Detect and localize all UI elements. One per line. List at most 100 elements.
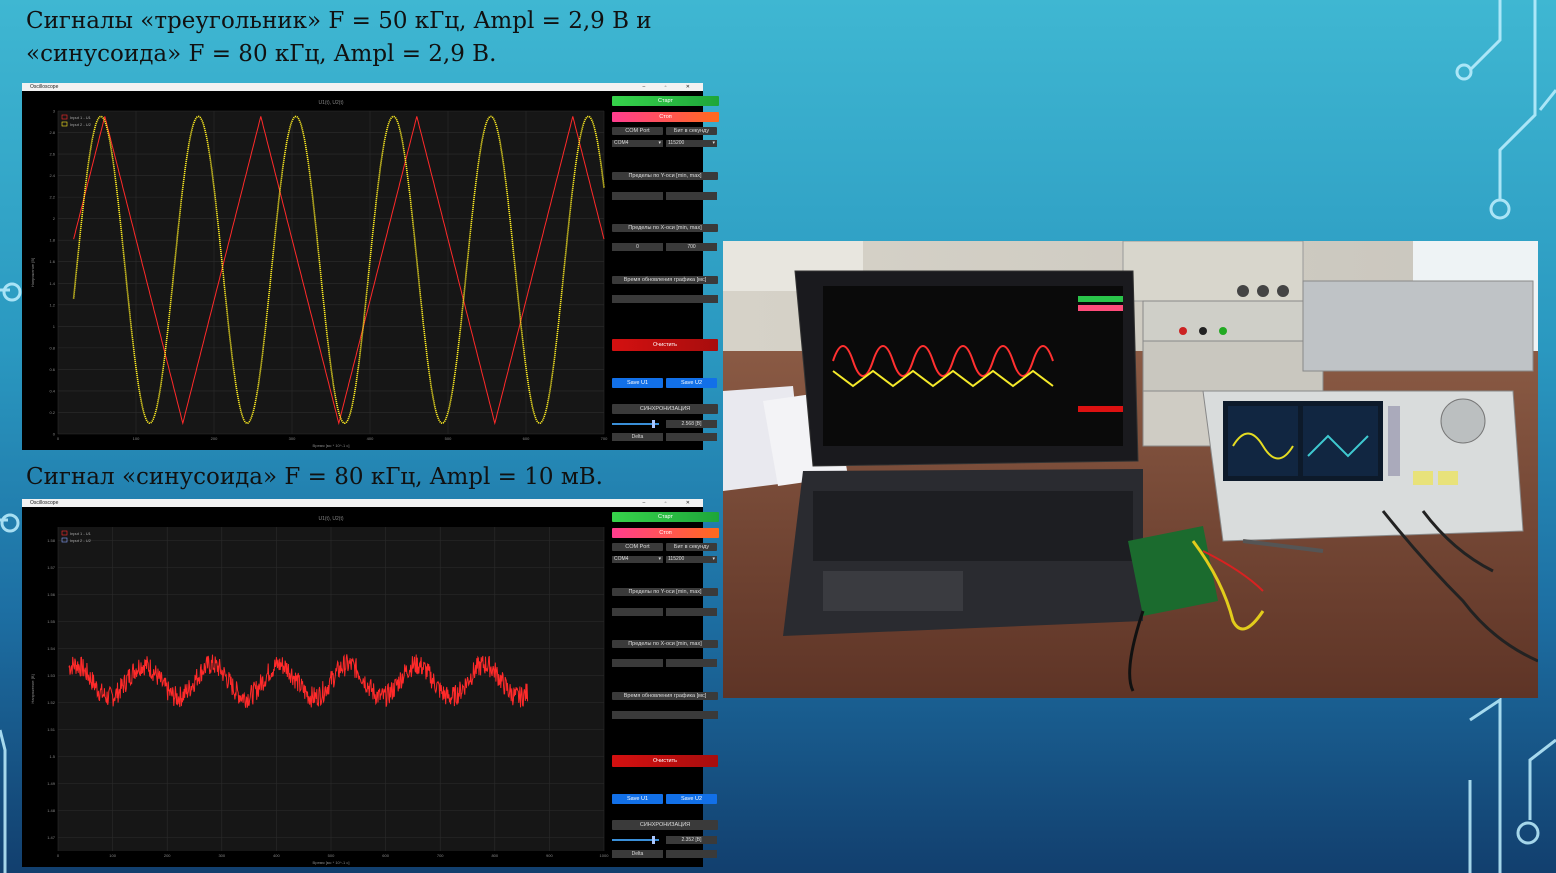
y-tick-label: 1	[53, 324, 56, 329]
y-tick-label: 1.6	[49, 259, 55, 264]
stop-button[interactable]: Стоп	[612, 112, 719, 122]
y-min-input[interactable]	[612, 192, 663, 200]
sync-value: 2.352 [В]	[666, 836, 717, 844]
x-limits-label: Пределы по X-оси [min, max]	[612, 224, 718, 232]
save-u2-button[interactable]: Save U2	[666, 794, 717, 804]
y-max-input[interactable]	[666, 192, 717, 200]
y-limits-label: Пределы по Y-оси [min, max]	[612, 588, 718, 596]
y-limits-label: Пределы по Y-оси [min, max]	[612, 172, 718, 180]
stop-button[interactable]: Стоп	[612, 528, 719, 538]
save-u2-button[interactable]: Save U2	[666, 378, 717, 388]
baud-label: Бит в секунду	[666, 543, 717, 551]
x-tick-label: 700	[601, 436, 608, 441]
y-tick-label: 1.4	[49, 281, 55, 286]
sync-slider[interactable]	[612, 420, 659, 428]
x-tick-label: 100	[133, 436, 140, 441]
y-tick-label: 1.47	[47, 835, 56, 840]
x-tick-label: 500	[445, 436, 452, 441]
sync-button[interactable]: СИНХРОНИЗАЦИЯ	[612, 404, 718, 414]
y-tick-label: 1.8	[49, 238, 55, 243]
y-min-input[interactable]	[612, 608, 663, 616]
y-tick-label: 1.48	[47, 808, 56, 813]
control-panel: Старт Стоп COM Port Бит в секунду COM4 1…	[609, 91, 719, 450]
window-controls[interactable]: – ▫ ✕	[642, 83, 699, 91]
plot-area[interactable]: 3 2.8 2.6 2.4 2.2 2 1.8 1.6 1.4 1.2 1 0.8 0.6 0.4 0.2 0…	[22, 91, 609, 450]
x-min-input[interactable]	[612, 659, 663, 667]
save-u1-button[interactable]: Save U1	[612, 794, 663, 804]
caption-top-line2: «синусоида» F = 80 кГц, Ampl = 2,9 В.	[26, 41, 497, 67]
x-axis-label: Время [мс * 10^-1 c]	[313, 860, 350, 865]
y-axis-label: Напряжение [В]	[30, 258, 35, 287]
y-tick-label: 1.54	[47, 646, 56, 651]
refresh-input[interactable]	[612, 295, 718, 303]
start-button[interactable]: Старт	[612, 512, 719, 522]
com-port-label: COM Port	[612, 127, 663, 135]
y-tick-label: 1.51	[47, 727, 56, 732]
y-axis-label: Напряжение [В]	[30, 674, 35, 703]
y-tick-label: 0.2	[49, 410, 55, 415]
y-tick-label: 1.55	[47, 619, 56, 624]
legend-label: Input 2 - U2	[70, 122, 92, 127]
com-port-select[interactable]: COM4	[612, 556, 663, 563]
sync-value: 2.568 [В]	[666, 420, 717, 428]
control-panel: Старт Стоп COM Port Бит в секунду COM4 1…	[609, 507, 719, 867]
lab-photo-illustration	[723, 241, 1538, 698]
legend-label: Input 1 - U1	[70, 115, 92, 120]
window-titlebar: Oscilloscope – ▫ ✕	[22, 499, 703, 507]
x-tick-label: 1000	[600, 853, 609, 858]
baud-select[interactable]: 115200	[666, 556, 717, 563]
x-max-input[interactable]: 700	[666, 243, 717, 251]
y-tick-label: 1.57	[47, 565, 56, 570]
baud-select[interactable]: 115200	[666, 140, 717, 147]
x-tick-label: 600	[523, 436, 530, 441]
x-max-input[interactable]	[666, 659, 717, 667]
x-limits-label: Пределы по X-оси [min, max]	[612, 640, 718, 648]
oscilloscope-window-top: Oscilloscope – ▫ ✕ 3 2.8 2.6 2.4 2.2 2 1.8 1.6 1…	[22, 83, 719, 450]
chart-title: U1(t), U2(t)	[319, 100, 344, 106]
y-tick-label: 2.8	[49, 130, 55, 135]
plot-area[interactable]: 1.58 1.57 1.56 1.55 1.54 1.53 1.52 1.51 1.5 1.49 1…	[22, 507, 609, 867]
y-tick-label: 3	[53, 109, 56, 114]
baud-label: Бит в секунду	[666, 127, 717, 135]
x-tick-label: 400	[367, 436, 374, 441]
y-tick-label: 0.8	[49, 345, 55, 350]
x-tick-label: 0	[57, 436, 60, 441]
refresh-input[interactable]	[612, 711, 718, 719]
y-tick-label: 2	[53, 216, 56, 221]
delta-button[interactable]: Delta	[612, 850, 663, 858]
x-min-input[interactable]: 0	[612, 243, 663, 251]
start-button[interactable]: Старт	[612, 96, 719, 106]
delta-button[interactable]: Delta	[612, 433, 663, 441]
oscilloscope-window-bottom: Oscilloscope – ▫ ✕ 1.58 1.57 1.56 1.55 1.54 1…	[22, 499, 719, 867]
x-tick-label: 900	[546, 853, 553, 858]
legend-label: Input 1 - U1	[70, 531, 92, 536]
plot-background	[58, 111, 604, 434]
y-tick-label: 1.2	[49, 302, 55, 307]
chart-title: U1(t), U2(t)	[319, 516, 344, 522]
sync-slider[interactable]	[612, 836, 659, 844]
x-tick-label: 700	[437, 853, 444, 858]
x-tick-label: 300	[218, 853, 225, 858]
y-tick-label: 0.6	[49, 367, 55, 372]
clear-button[interactable]: Очистить	[612, 339, 718, 351]
com-port-select[interactable]: COM4	[612, 140, 663, 147]
y-tick-label: 1.53	[47, 673, 56, 678]
clear-button[interactable]: Очистить	[612, 755, 718, 767]
delta-value	[666, 433, 717, 441]
delta-value	[666, 850, 717, 858]
x-tick-label: 600	[382, 853, 389, 858]
window-controls[interactable]: – ▫ ✕	[642, 499, 699, 507]
sync-button[interactable]: СИНХРОНИЗАЦИЯ	[612, 820, 718, 830]
save-u1-button[interactable]: Save U1	[612, 378, 663, 388]
caption-bottom: Сигнал «синусоида» F = 80 кГц, Ampl = 10…	[26, 464, 603, 490]
refresh-label: Время обновления графика [мс]	[612, 692, 718, 700]
y-tick-label: 0	[53, 432, 56, 437]
x-tick-label: 200	[211, 436, 218, 441]
y-tick-label: 2.4	[49, 173, 55, 178]
y-max-input[interactable]	[666, 608, 717, 616]
com-port-label: COM Port	[612, 543, 663, 551]
x-tick-label: 400	[273, 853, 280, 858]
x-tick-label: 0	[57, 853, 60, 858]
y-tick-label: 2.2	[49, 195, 55, 200]
x-tick-label: 500	[328, 853, 335, 858]
